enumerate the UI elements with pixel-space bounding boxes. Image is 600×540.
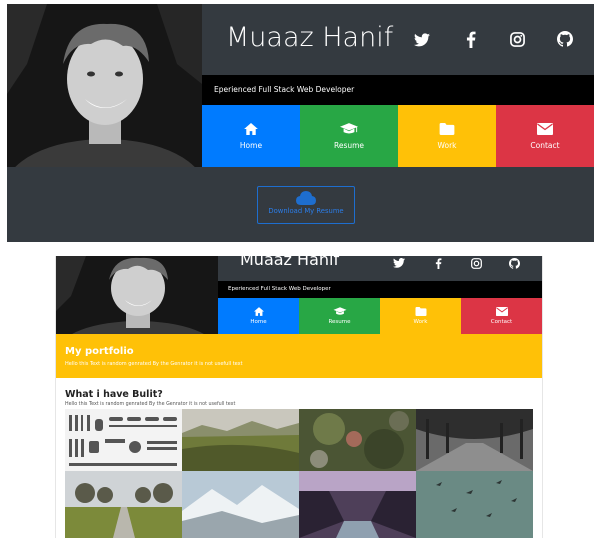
nav-tiles: Home Resume Work Contact: [218, 298, 542, 334]
nav-tile-label: Resume: [328, 319, 351, 325]
gallery-image[interactable]: [182, 409, 299, 471]
twitter-icon[interactable]: [414, 33, 430, 47]
nav-tile-label: Work: [413, 319, 428, 325]
folder-icon: [439, 123, 455, 135]
profile-photo: [7, 4, 202, 167]
download-resume-label: Download My Resume: [268, 207, 344, 215]
graduation-cap-icon: [340, 123, 358, 134]
built-title: What i have Bulit?: [65, 389, 163, 400]
home-icon: [244, 123, 258, 135]
nav-tile-resume[interactable]: Resume: [299, 298, 380, 334]
home-icon: [253, 307, 264, 316]
gallery-image[interactable]: [416, 409, 533, 471]
nav-tile-label: Contact: [530, 141, 560, 150]
nav-tile-contact[interactable]: Contact: [461, 298, 542, 334]
nav-tile-label: Contact: [490, 319, 513, 325]
gallery-image[interactable]: [416, 471, 533, 538]
portfolio-title: My portfolio: [65, 346, 134, 357]
gallery-image[interactable]: [182, 471, 299, 538]
nav-tile-label: Work: [437, 141, 457, 150]
header-title-bar: Muaaz Hanif: [218, 256, 542, 281]
top-screenshot: Muaaz Hanif Eperienced Full Stack Web De…: [7, 4, 594, 242]
gallery-image[interactable]: [65, 471, 182, 538]
folder-icon: [415, 307, 426, 316]
graduation-cap-icon: [333, 307, 346, 315]
project-gallery: [65, 409, 533, 538]
portfolio-banner: My portfolio Hello this Text is random g…: [56, 334, 542, 378]
nav-tile-home[interactable]: Home: [202, 105, 300, 167]
gallery-image[interactable]: [299, 471, 416, 538]
instagram-icon[interactable]: [471, 258, 482, 269]
cloud-icon: [296, 191, 316, 205]
subtitle-bar: Eperienced Full Stack Web Developer: [202, 75, 594, 105]
nav-tile-resume[interactable]: Resume: [300, 105, 398, 167]
nav-tiles: Home Resume Work Contact: [202, 105, 594, 167]
github-icon[interactable]: [509, 258, 520, 269]
gallery-image[interactable]: [65, 409, 182, 471]
header-title-bar: Muaaz Hanif: [202, 4, 594, 75]
nav-tile-work[interactable]: Work: [398, 105, 496, 167]
nav-tile-contact[interactable]: Contact: [496, 105, 594, 167]
facebook-icon[interactable]: [466, 31, 476, 48]
download-resume-button[interactable]: Download My Resume: [257, 186, 355, 224]
social-links: [393, 258, 528, 270]
envelope-icon: [537, 123, 553, 135]
gallery-image[interactable]: [299, 409, 416, 471]
nav-tile-label: Home: [250, 319, 267, 325]
subtitle: Eperienced Full Stack Web Developer: [228, 286, 331, 292]
github-icon[interactable]: [557, 31, 573, 47]
twitter-icon[interactable]: [393, 258, 405, 268]
page-title: Muaaz Hanif: [240, 256, 340, 269]
envelope-icon: [495, 307, 508, 316]
instagram-icon[interactable]: [510, 32, 525, 47]
profile-photo: [56, 256, 218, 334]
page-title: Muaaz Hanif: [226, 22, 394, 53]
built-text: Hello this Text is random genrated By th…: [65, 402, 236, 407]
facebook-icon[interactable]: [435, 258, 442, 269]
portfolio-text: Hello this Text is random genrated By th…: [65, 361, 243, 367]
nav-tile-label: Resume: [333, 141, 365, 150]
nav-tile-work[interactable]: Work: [380, 298, 461, 334]
nav-tile-home[interactable]: Home: [218, 298, 299, 334]
bottom-screenshot: Muaaz Hanif Eperienced Full Stack Web De…: [55, 256, 543, 538]
subtitle: Eperienced Full Stack Web Developer: [214, 85, 355, 94]
nav-tile-label: Home: [239, 141, 263, 150]
social-links: [414, 31, 584, 51]
subtitle-bar: Eperienced Full Stack Web Developer: [218, 281, 542, 298]
